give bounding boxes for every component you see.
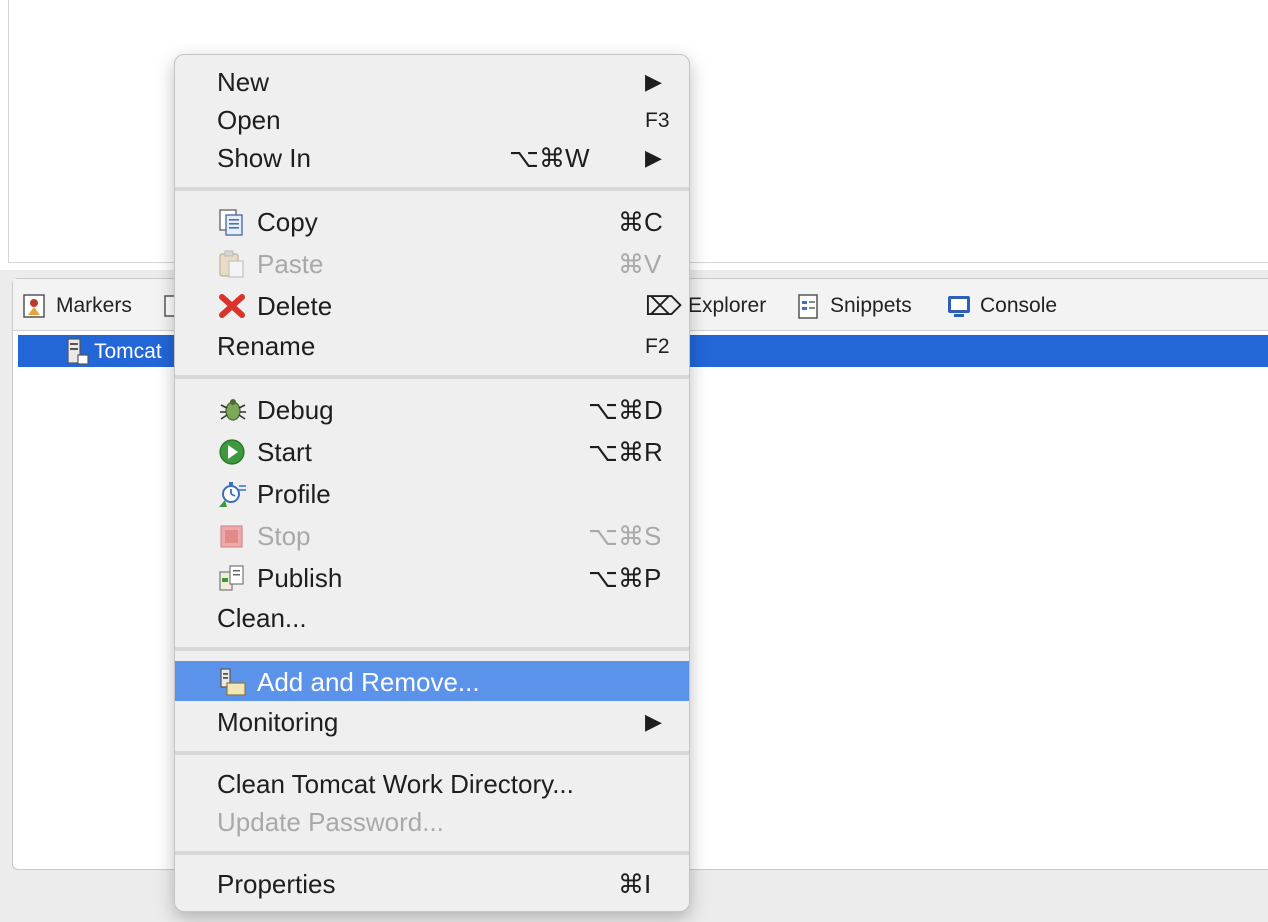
menu-item-debug[interactable]: Debug ⌥⌘D	[175, 389, 689, 429]
menu-item-shortcut: ⌥⌘P	[588, 563, 662, 593]
menu-item-shortcut: ⌥⌘R	[588, 437, 663, 467]
tab-label: Explorer	[688, 294, 767, 317]
menu-separator	[175, 187, 689, 191]
menu-separator	[175, 751, 689, 755]
tab-markers[interactable]: Markers	[22, 292, 132, 320]
profile-stopwatch-icon	[217, 480, 247, 508]
menu-item-paste[interactable]: Paste ⌘V	[175, 243, 689, 283]
run-play-icon	[217, 438, 247, 466]
submenu-arrow-icon: ▶	[645, 709, 662, 734]
menu-item-label: Monitoring	[217, 707, 339, 737]
tab-label: Snippets	[830, 294, 912, 317]
editor-border	[8, 0, 9, 262]
add-remove-icon	[217, 668, 247, 696]
menu-item-label: Paste	[257, 249, 324, 279]
menu-item-properties[interactable]: Properties ⌘I	[175, 863, 689, 903]
menu-item-monitoring[interactable]: Monitoring ▶	[175, 701, 689, 741]
tab-data-source-explorer[interactable]: Explorer	[688, 292, 766, 320]
publish-icon	[217, 564, 247, 592]
server-label: Tomcat	[94, 340, 162, 363]
tab-label: Console	[980, 294, 1058, 317]
menu-item-profile[interactable]: Profile	[175, 473, 689, 513]
menu-item-shortcut: ⌥⌘W	[509, 143, 590, 173]
tab-snippets[interactable]: Snippets	[796, 292, 912, 320]
menu-item-label: Stop	[257, 521, 311, 551]
snippets-icon	[796, 293, 822, 319]
menu-item-shortcut: ⌥⌘D	[588, 395, 663, 425]
copy-icon	[217, 208, 247, 236]
menu-item-label: Start	[257, 437, 312, 467]
menu-item-clean-tomcat-work-directory[interactable]: Clean Tomcat Work Directory...	[175, 763, 689, 803]
menu-item-start[interactable]: Start ⌥⌘R	[175, 431, 689, 471]
menu-item-label: Properties	[217, 869, 336, 899]
menu-item-new[interactable]: New ▶	[175, 61, 689, 101]
menu-item-label: Profile	[257, 479, 331, 509]
menu-item-label: Rename	[217, 331, 316, 361]
menu-item-show-in[interactable]: Show In ⌥⌘W ▶	[175, 137, 689, 177]
menu-item-add-and-remove[interactable]: Add and Remove...	[175, 661, 689, 701]
menu-item-copy[interactable]: Copy ⌘C	[175, 201, 689, 241]
context-menu: New ▶ Open F3 Show In ⌥⌘W ▶ Copy ⌘C Past…	[174, 54, 690, 912]
menu-item-label: Add and Remove...	[257, 667, 480, 697]
submenu-arrow-icon: ▶	[645, 145, 662, 170]
menu-item-label: Show In	[217, 143, 311, 173]
menu-item-label: Copy	[257, 207, 318, 237]
submenu-arrow-icon: ▶	[645, 69, 662, 94]
menu-item-label: Delete	[257, 291, 333, 321]
menu-item-clean[interactable]: Clean...	[175, 597, 689, 637]
menu-item-open[interactable]: Open F3	[175, 99, 689, 139]
menu-item-shortcut: ⌦	[645, 291, 682, 321]
menu-item-shortcut: ⌘C	[618, 207, 663, 237]
menu-item-label: Update Password...	[217, 807, 444, 837]
markers-icon	[22, 293, 48, 319]
server-icon	[64, 337, 90, 367]
menu-item-publish[interactable]: Publish ⌥⌘P	[175, 557, 689, 597]
console-icon	[946, 293, 972, 319]
delete-icon	[217, 292, 247, 320]
stop-icon	[217, 522, 247, 550]
menu-item-rename[interactable]: Rename F2	[175, 325, 689, 365]
menu-item-update-password[interactable]: Update Password...	[175, 801, 689, 841]
menu-item-label: Clean Tomcat Work Directory...	[217, 769, 574, 799]
menu-separator	[175, 851, 689, 855]
menu-item-label: Clean...	[217, 603, 307, 633]
menu-item-shortcut: ⌘I	[618, 869, 652, 899]
menu-item-label: Debug	[257, 395, 334, 425]
menu-item-shortcut: ⌘V	[618, 249, 662, 279]
debug-bug-icon	[217, 396, 247, 424]
menu-item-delete[interactable]: Delete ⌦	[175, 285, 689, 325]
menu-separator	[175, 375, 689, 379]
paste-icon	[217, 250, 247, 278]
menu-item-shortcut: ⌥⌘S	[588, 521, 662, 551]
menu-item-shortcut: F2	[645, 335, 670, 358]
menu-item-stop[interactable]: Stop ⌥⌘S	[175, 515, 689, 555]
menu-separator	[175, 647, 689, 651]
menu-item-label: Publish	[257, 563, 343, 593]
menu-item-shortcut: F3	[645, 109, 670, 132]
menu-item-label: Open	[217, 105, 281, 135]
menu-item-label: New	[217, 67, 270, 97]
tab-console[interactable]: Console	[946, 292, 1057, 320]
tab-label: Markers	[56, 294, 132, 317]
